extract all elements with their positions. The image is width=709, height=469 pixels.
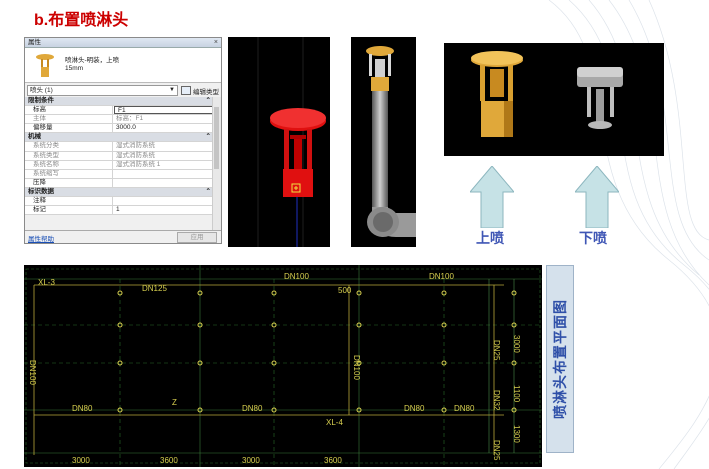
param-name: 注释 xyxy=(25,197,113,206)
edit-type-icon xyxy=(181,86,191,95)
plan-title-vertical: 喷淋头布置平面图 xyxy=(546,265,574,453)
param-value[interactable] xyxy=(113,179,214,187)
pipe-size-label: DN80 xyxy=(242,404,263,413)
dimension-label: 3600 xyxy=(160,456,178,465)
param-row-level[interactable]: 标高 F1 xyxy=(25,106,214,116)
pipe-size-label: DN125 xyxy=(142,284,167,293)
riser-label: XL-4 xyxy=(326,418,343,427)
param-row-pressure-drop[interactable]: 压降 xyxy=(25,178,214,188)
plan-drawing: DN125 DN100 DN100 DN80 DN80 DN80 DN80 DN100 DN25… xyxy=(24,265,542,467)
collapse-icon: ⌃ xyxy=(205,187,211,195)
param-value: 湿式消防系统 xyxy=(116,151,155,159)
collapse-icon: ⌃ xyxy=(205,133,211,141)
param-value[interactable]: 1 xyxy=(113,206,214,214)
dimension-label: 1300 xyxy=(512,425,521,443)
param-name: 系统类型 xyxy=(25,151,113,160)
param-value: 湿式消防系统 xyxy=(116,142,155,150)
param-name: 系统缩写 xyxy=(25,169,113,178)
pipe-size-label: DN100 xyxy=(284,272,309,281)
riser-label: XL-3 xyxy=(38,278,55,287)
param-value xyxy=(113,170,214,178)
pipe-size-label: DN80 xyxy=(404,404,425,413)
dimension-label: 500 xyxy=(338,286,352,295)
pendent-arrow-icon xyxy=(575,166,619,228)
param-row-system-class: 系统分类 湿式消防系统 xyxy=(25,142,214,152)
pipe-size-label: DN25 xyxy=(492,440,501,461)
group-constraints[interactable]: 限制条件 ⌃ xyxy=(25,97,214,107)
pipe-size-label: DN80 xyxy=(454,404,475,413)
instance-filter-value: 喷头 (1) xyxy=(30,87,53,94)
type-name: 喷淋头-明装，上喷 xyxy=(65,57,120,64)
close-icon[interactable]: × xyxy=(214,38,218,47)
properties-scrollbar[interactable] xyxy=(212,97,221,231)
param-name: 主体 xyxy=(25,115,113,124)
param-row-system-abbr: 系统缩写 xyxy=(25,169,214,179)
type-size: 15mm xyxy=(65,65,84,72)
param-name: 偏移量 xyxy=(25,124,113,133)
type-selector[interactable]: 喷淋头-明装，上喷 15mm xyxy=(25,48,221,83)
dimension-label: 3000 xyxy=(242,456,260,465)
param-row-host: 主体 标高：F1 xyxy=(25,115,214,125)
pipe-size-label: DN32 xyxy=(492,390,501,411)
param-value[interactable] xyxy=(113,197,214,205)
param-value[interactable]: F1 xyxy=(114,106,213,115)
param-row-comments[interactable]: 注释 xyxy=(25,197,214,207)
apply-button[interactable]: 应用 xyxy=(177,232,217,243)
param-row-system-type: 系统类型 湿式消防系统 xyxy=(25,151,214,161)
param-row-system-name: 系统名称 湿式消防系统 1 xyxy=(25,160,214,170)
param-name: 压降 xyxy=(25,178,113,187)
z-marker: Z xyxy=(172,398,177,407)
upright-pendent-compare-view[interactable] xyxy=(444,43,664,156)
slide-title: b.布置喷淋头 xyxy=(34,12,129,29)
pipe-size-label: DN80 xyxy=(72,404,93,413)
properties-table: 限制条件 ⌃ 标高 F1 主体 标高：F1 偏移量 3000.0 机械 ⌃ 系统… xyxy=(25,97,214,216)
instance-filter-dropdown[interactable]: 喷头 (1) ▼ xyxy=(27,85,178,96)
dimension-label: 1100 xyxy=(512,385,521,403)
param-name: 标高 xyxy=(25,106,113,115)
properties-title: 属性 xyxy=(28,39,41,46)
properties-footer: 属性帮助 应用 xyxy=(25,230,221,243)
group-label: 限制条件 xyxy=(28,97,54,104)
dropdown-arrow-icon: ▼ xyxy=(169,87,175,93)
dimension-label: 3000 xyxy=(512,335,521,353)
pipe-size-label: DN100 xyxy=(28,360,37,385)
param-value[interactable]: 3000.0 xyxy=(113,124,214,132)
pipe-size-label: DN25 xyxy=(492,340,501,361)
group-identity-data[interactable]: 标识数据 ⌃ xyxy=(25,187,214,198)
red-sprinkler-3d-view[interactable] xyxy=(228,37,330,247)
dimension-label: 3600 xyxy=(324,456,342,465)
properties-palette: 属性 × 喷淋头-明装，上喷 15mm 喷头 (1) ▼ 编辑类型 限制条件 ⌃ xyxy=(24,37,222,244)
group-label: 标识数据 xyxy=(28,187,54,195)
param-row-mark[interactable]: 标记 1 xyxy=(25,206,214,216)
sprinkler-layout-plan[interactable]: DN125 DN100 DN100 DN80 DN80 DN80 DN80 DN100 DN25… xyxy=(24,265,542,467)
upright-arrow-icon xyxy=(470,166,514,228)
edit-type-label: 编辑类型 xyxy=(193,88,219,96)
collapse-icon: ⌃ xyxy=(205,97,211,104)
param-name: 系统分类 xyxy=(25,142,113,151)
param-name: 系统名称 xyxy=(25,160,113,169)
properties-titlebar: 属性 × xyxy=(25,38,221,48)
pipe-sprinkler-3d-view[interactable] xyxy=(351,37,416,247)
sprinkler-thumbnail-icon xyxy=(36,54,54,77)
param-value: 湿式消防系统 1 xyxy=(116,160,161,168)
plan-title-text: 喷淋头布置平面图 xyxy=(552,299,568,419)
pipe-size-label: DN100 xyxy=(352,355,361,380)
param-name: 标记 xyxy=(25,206,113,215)
pendent-label: 下喷 xyxy=(579,230,607,246)
edit-type-button[interactable]: 编辑类型 xyxy=(181,86,219,96)
upright-label: 上喷 xyxy=(476,230,504,246)
param-value: 标高：F1 xyxy=(116,115,144,123)
group-label: 机械 xyxy=(28,133,41,141)
dimension-label: 3000 xyxy=(72,456,90,465)
pipe-size-label: DN100 xyxy=(429,272,454,281)
param-row-offset[interactable]: 偏移量 3000.0 xyxy=(25,124,214,134)
properties-help-link[interactable]: 属性帮助 xyxy=(28,233,54,243)
